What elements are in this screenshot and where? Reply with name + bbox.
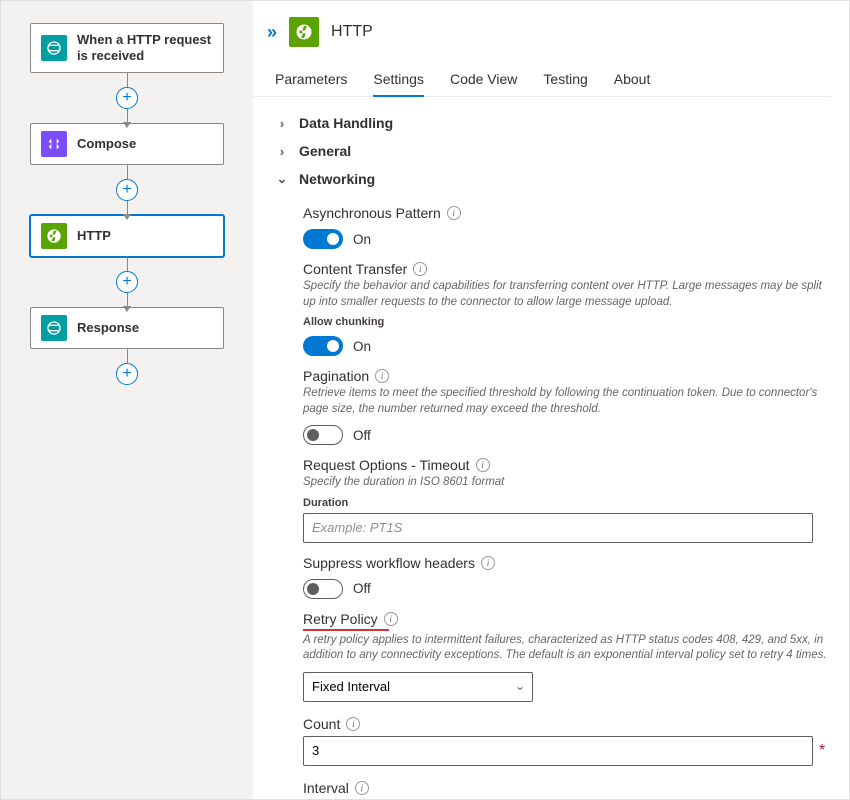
node-response[interactable]: Response	[30, 307, 224, 349]
panel-tabs: Parameters Settings Code View Testing Ab…	[253, 51, 831, 97]
add-action-button[interactable]: +	[116, 271, 138, 293]
required-indicator: *	[819, 743, 825, 759]
retry-count-label: Count	[303, 716, 340, 732]
pagination-desc: Retrieve items to meet the specified thr…	[303, 386, 831, 417]
retry-interval-label: Interval	[303, 780, 349, 796]
action-settings-panel: » HTTP Parameters Settings Code View Tes…	[253, 1, 849, 799]
section-title: Networking	[299, 171, 375, 187]
retry-count-input[interactable]	[303, 736, 813, 766]
http-icon	[41, 223, 67, 249]
node-label: HTTP	[77, 228, 111, 244]
http-icon	[289, 17, 319, 47]
info-icon[interactable]: i	[481, 556, 495, 570]
content-transfer-desc: Specify the behavior and capabilities fo…	[303, 279, 831, 310]
tab-parameters[interactable]: Parameters	[275, 71, 347, 96]
chevron-right-icon: ›	[275, 144, 289, 159]
toggle-state-label: On	[353, 232, 371, 247]
suppress-headers-title: Suppress workflow headers	[303, 555, 475, 571]
node-label: When a HTTP request is received	[77, 32, 213, 65]
allow-chunking-label: Allow chunking	[303, 316, 831, 328]
node-label: Response	[77, 320, 139, 336]
retry-policy-desc: A retry policy applies to intermittent f…	[303, 633, 831, 664]
add-action-button[interactable]: +	[116, 87, 138, 109]
section-title: General	[299, 143, 351, 159]
pagination-title: Pagination	[303, 368, 369, 384]
http-request-icon	[41, 35, 67, 61]
add-action-button[interactable]: +	[116, 363, 138, 385]
section-title: Data Handling	[299, 115, 393, 131]
section-data-handling[interactable]: › Data Handling	[275, 109, 831, 137]
toggle-state-label: Off	[353, 428, 371, 443]
tab-about[interactable]: About	[614, 71, 651, 96]
async-pattern-title: Asynchronous Pattern	[303, 205, 441, 221]
tab-testing[interactable]: Testing	[543, 71, 587, 96]
allow-chunking-toggle[interactable]	[303, 336, 343, 356]
info-icon[interactable]: i	[355, 781, 369, 795]
section-networking[interactable]: ⌄ Networking	[275, 165, 831, 193]
info-icon[interactable]: i	[346, 717, 360, 731]
duration-label: Duration	[303, 497, 831, 509]
chevron-down-icon: ⌄	[275, 171, 289, 187]
info-icon[interactable]: i	[375, 369, 389, 383]
node-trigger-http-request[interactable]: When a HTTP request is received	[30, 23, 224, 73]
retry-underline	[303, 629, 389, 631]
section-general[interactable]: › General	[275, 137, 831, 165]
info-icon[interactable]: i	[476, 458, 490, 472]
timeout-title: Request Options - Timeout	[303, 457, 470, 473]
pagination-toggle[interactable]	[303, 425, 343, 445]
response-icon	[41, 315, 67, 341]
tab-settings[interactable]: Settings	[373, 71, 424, 97]
node-http[interactable]: HTTP	[30, 215, 224, 257]
toggle-state-label: On	[353, 339, 371, 354]
suppress-headers-toggle[interactable]	[303, 579, 343, 599]
info-icon[interactable]: i	[384, 612, 398, 626]
retry-policy-select[interactable]	[303, 672, 533, 702]
info-icon[interactable]: i	[447, 206, 461, 220]
panel-title: HTTP	[331, 23, 373, 41]
node-label: Compose	[77, 136, 136, 152]
compose-icon	[41, 131, 67, 157]
workflow-canvas: When a HTTP request is received + Compos…	[1, 1, 253, 799]
tab-code-view[interactable]: Code View	[450, 71, 517, 96]
chevron-right-icon: ›	[275, 116, 289, 131]
node-compose[interactable]: Compose	[30, 123, 224, 165]
toggle-state-label: Off	[353, 581, 371, 596]
content-transfer-title: Content Transfer	[303, 261, 407, 277]
retry-policy-title: Retry Policy	[303, 611, 378, 627]
info-icon[interactable]: i	[413, 262, 427, 276]
collapse-panel-icon[interactable]: »	[267, 22, 277, 43]
async-pattern-toggle[interactable]	[303, 229, 343, 249]
timeout-desc: Specify the duration in ISO 8601 format	[303, 475, 831, 491]
add-action-button[interactable]: +	[116, 179, 138, 201]
duration-input[interactable]	[303, 513, 813, 543]
